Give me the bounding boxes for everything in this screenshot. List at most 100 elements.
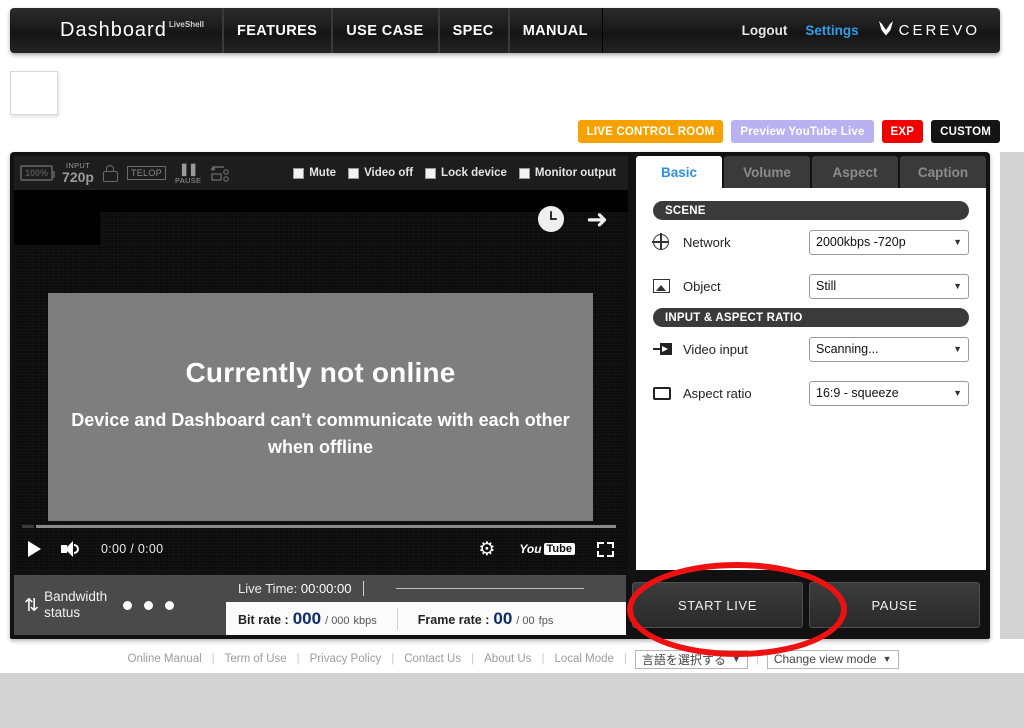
play-icon[interactable] (28, 541, 41, 557)
checkbox-label: Mute (309, 167, 337, 179)
settings-link[interactable]: Settings (805, 23, 858, 38)
start-live-button[interactable]: START LIVE (632, 582, 803, 628)
chevron-down-icon: ▼ (953, 237, 962, 247)
pause-label: PAUSE (174, 176, 202, 186)
video-input-select[interactable]: Scanning... ▼ (809, 336, 969, 362)
cerevo-logo[interactable]: CEREVO (877, 19, 980, 42)
footer-link-online-manual[interactable]: Online Manual (118, 653, 212, 665)
settings-tabs: Basic Volume Aspect Caption (636, 156, 986, 188)
nav-item-use-case[interactable]: USE CASE (332, 8, 439, 53)
fullscreen-icon[interactable] (597, 541, 614, 557)
checkbox-video-off[interactable]: Video off (348, 167, 413, 179)
checkbox-box[interactable] (348, 167, 360, 179)
viewport-bottom-gutter (0, 673, 1024, 728)
object-select[interactable]: Still ▼ (809, 273, 969, 299)
offline-title: Currently not online (185, 357, 456, 388)
cerevo-mark-icon (877, 19, 895, 42)
language-select[interactable]: 言語を選択する ▼ (634, 649, 748, 669)
chevron-down-icon: ▼ (953, 388, 962, 398)
tab-volume[interactable]: Volume (724, 156, 810, 188)
section-header-scene: SCENE (653, 201, 969, 220)
bandwidth-arrows-icon: ⇅ (24, 595, 39, 615)
tab-aspect[interactable]: Aspect (812, 156, 898, 188)
video-letterbox-top (14, 190, 628, 212)
device-toggle-checkboxes: Mute Video off Lock device Monitor outpu… (293, 167, 622, 179)
tab-basic[interactable]: Basic (636, 156, 722, 188)
network-select[interactable]: 2000kbps -720p ▼ (809, 229, 969, 255)
frame-rate-label: Frame rate : (417, 612, 490, 627)
lock-icon (102, 164, 118, 182)
custom-button[interactable]: CUSTOM (931, 120, 1000, 143)
pause-button[interactable]: PAUSE (809, 582, 980, 628)
settings-body: SCENE Network 2000kbps -720p ▼ Object St… (636, 188, 986, 415)
network-select-value: 2000kbps -720p (816, 235, 906, 249)
youtube-logo[interactable]: You Tube (519, 542, 575, 556)
exp-button[interactable]: EXP (881, 120, 924, 143)
checkbox-label: Video off (364, 167, 414, 179)
bit-rate-label: Bit rate : (238, 612, 289, 627)
nav-item-spec[interactable]: SPEC (439, 8, 509, 53)
viewport-right-gutter (1000, 152, 1024, 639)
youtube-tube-text: Tube (543, 543, 575, 555)
checkbox-box[interactable] (425, 167, 437, 179)
video-stage[interactable]: ➜ Currently not online Device and Dashbo… (14, 190, 628, 570)
row-object: Object Still ▼ (653, 264, 969, 308)
status-bottom-bar: ⇅ Bandwidth status Live Time: 00:00:00 B… (14, 575, 986, 635)
bandwidth-line-1: Bandwidth (44, 589, 108, 605)
video-controls-right: ⚙ You Tube (478, 540, 614, 559)
thumbnail-placeholder (10, 71, 58, 115)
video-time-display: 0:00 / 0:00 (101, 542, 164, 556)
footer: Online Manual | Term of Use | Privacy Po… (0, 645, 1024, 673)
input-value: 720p (62, 168, 94, 185)
device-status-icons: 100% INPUT 720p TELOP ❚❚ PAUSE (20, 161, 232, 185)
checkbox-mute[interactable]: Mute (293, 167, 336, 179)
footer-link-privacy-policy[interactable]: Privacy Policy (300, 653, 392, 665)
checkbox-box[interactable] (518, 167, 530, 179)
image-icon (653, 279, 683, 293)
live-control-room-button[interactable]: LIVE CONTROL ROOM (577, 120, 724, 143)
video-input-icon (653, 343, 683, 355)
footer-link-about-us[interactable]: About Us (474, 653, 541, 665)
checkbox-box[interactable] (293, 167, 305, 179)
share-icon[interactable]: ➜ (586, 206, 608, 232)
nav-item-features[interactable]: FEATURES (223, 8, 333, 53)
frame-rate-value: 00 (493, 608, 513, 628)
frame-rate-group: Frame rate : 00 / 00 fps (418, 609, 554, 629)
tab-caption[interactable]: Caption (900, 156, 986, 188)
live-time-value: 00:00:00 (300, 581, 352, 596)
row-label-aspect-ratio: Aspect ratio (683, 385, 752, 401)
brand-logo[interactable]: Dashboard LiveShell (10, 8, 223, 53)
watch-later-icon[interactable] (538, 206, 565, 232)
view-mode-select[interactable]: Change view mode ▼ (766, 649, 899, 669)
object-select-value: Still (816, 279, 837, 293)
footer-link-contact-us[interactable]: Contact Us (394, 653, 471, 665)
chevron-down-icon: ▼ (953, 344, 962, 354)
logout-link[interactable]: Logout (742, 23, 788, 38)
volume-icon[interactable] (61, 541, 81, 557)
offline-message: Device and Dashboard can't communicate w… (71, 410, 570, 457)
live-time-row: Live Time: 00:00:00 (226, 575, 626, 602)
row-label-object: Object (683, 278, 721, 294)
bit-rate-value: 000 (292, 608, 322, 628)
checkbox-lock-device[interactable]: Lock device (425, 167, 507, 179)
checkbox-monitor-output[interactable]: Monitor output (518, 167, 616, 179)
footer-link-term-of-use[interactable]: Term of Use (215, 653, 297, 665)
language-select-value: 言語を選択する (641, 652, 726, 667)
nav-item-manual[interactable]: MANUAL (509, 8, 603, 53)
stream-stats: Live Time: 00:00:00 Bit rate : 000 / 000… (226, 575, 626, 635)
offline-message-box: Currently not online Device and Dashboar… (48, 293, 593, 521)
monitor-icon (653, 386, 683, 400)
bandwidth-indicator-dots (123, 600, 175, 610)
chevron-down-icon: ▼ (953, 281, 962, 291)
bandwidth-status: ⇅ Bandwidth status (14, 575, 226, 635)
gear-icon[interactable]: ⚙ (478, 540, 497, 559)
aspect-ratio-select-value: 16:9 - squeeze (816, 386, 899, 400)
aspect-ratio-select[interactable]: 16:9 - squeeze ▼ (809, 380, 969, 406)
preview-youtube-live-button[interactable]: Preview YouTube Live (731, 120, 874, 143)
live-time: Live Time: 00:00:00 (238, 581, 351, 596)
video-controls-left: 0:00 / 0:00 (28, 541, 163, 557)
row-label-network: Network (683, 234, 731, 250)
footer-link-local-mode[interactable]: Local Mode (544, 653, 623, 665)
main-panel: 100% INPUT 720p TELOP ❚❚ PAUSE Mute Vide… (10, 152, 990, 639)
